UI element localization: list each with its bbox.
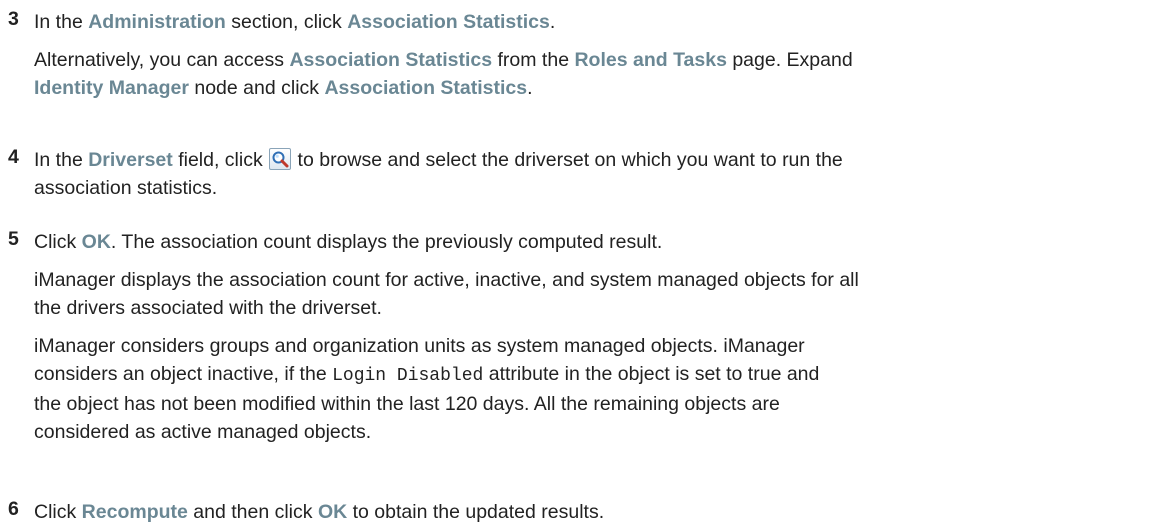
text: to obtain the updated results. xyxy=(347,501,605,523)
ui-term-ok: OK xyxy=(317,501,348,523)
text: iManager displays the association count … xyxy=(34,269,859,291)
text: section, click xyxy=(225,11,348,33)
ui-term-association-statistics: Association Statistics xyxy=(289,49,493,71)
step-number: 5 xyxy=(8,228,19,250)
step-4: 4 In the Driverset field, click to brows… xyxy=(0,146,1164,202)
text: page. Expand xyxy=(726,49,853,71)
step-3: 3 In the Administration section, click A… xyxy=(0,8,1164,102)
text: considered as active managed objects. xyxy=(34,421,372,443)
step-6-instruction: Click Recompute and then click OK to obt… xyxy=(34,498,1164,526)
text: the object has not been modified within … xyxy=(34,393,780,415)
text: Click xyxy=(34,501,82,523)
text: In the xyxy=(34,149,89,171)
text: from the xyxy=(492,49,575,71)
text: association statistics. xyxy=(34,177,218,199)
code-login-disabled: Login Disabled xyxy=(332,366,484,386)
text: the drivers associated with the driverse… xyxy=(34,297,382,319)
step-number: 4 xyxy=(8,146,19,168)
ui-term-driverset: Driverset xyxy=(88,149,173,171)
text: . xyxy=(527,77,533,99)
text: and then click xyxy=(187,501,318,523)
step-5-paragraph-3: iManager considers groups and organizati… xyxy=(34,332,1164,446)
text: . xyxy=(549,11,556,33)
ui-term-association-statistics: Association Statistics xyxy=(324,77,528,99)
search-icon xyxy=(269,148,292,170)
step-6: 6 Click Recompute and then click OK to o… xyxy=(0,498,1164,526)
step-5-paragraph-2: iManager displays the association count … xyxy=(34,266,1164,322)
step-5: 5 Click OK. The association count displa… xyxy=(0,228,1164,446)
text: to browse and select the driverset on wh… xyxy=(292,149,843,171)
text: iManager considers groups and organizati… xyxy=(34,335,805,357)
text: In the xyxy=(34,11,89,33)
step-4-instruction: In the Driverset field, click to browse … xyxy=(34,146,1164,202)
step-number: 3 xyxy=(8,8,19,30)
text: considers an object inactive, if the xyxy=(34,363,333,385)
step-3-note: Alternatively, you can access Associatio… xyxy=(34,46,1164,102)
text: . The association count displays the pre… xyxy=(110,231,663,253)
ui-term-identity-manager: Identity Manager xyxy=(34,77,189,99)
text: field, click xyxy=(172,149,269,171)
ui-term-ok: OK xyxy=(81,231,111,253)
ui-term-administration: Administration xyxy=(88,11,226,33)
ui-term-roles-and-tasks: Roles and Tasks xyxy=(574,49,727,71)
ui-term-association-statistics: Association Statistics xyxy=(347,11,550,33)
text: Click xyxy=(34,231,82,253)
text: Alternatively, you can access xyxy=(34,49,290,71)
step-number: 6 xyxy=(8,498,19,520)
text: attribute in the object is set to true a… xyxy=(483,363,820,385)
text: node and click xyxy=(188,77,325,99)
step-5-instruction: Click OK. The association count displays… xyxy=(34,228,1164,256)
document-page: 3 In the Administration section, click A… xyxy=(0,0,1164,529)
ui-term-recompute: Recompute xyxy=(81,501,188,523)
step-3-instruction: In the Administration section, click Ass… xyxy=(34,8,1164,36)
